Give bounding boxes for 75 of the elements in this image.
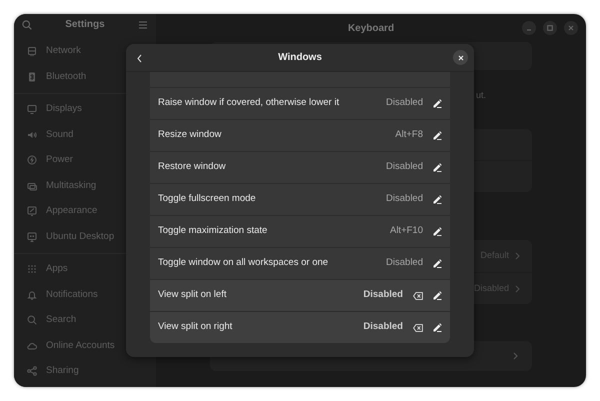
shortcut-value: Disabled	[386, 96, 423, 110]
shortcut-value: Disabled	[386, 256, 423, 270]
backspace-icon[interactable]	[413, 324, 423, 332]
shortcut-label: Toggle maximization state	[158, 224, 268, 238]
chevron-right-icon	[513, 352, 518, 360]
sidebar-title: Settings	[65, 18, 105, 32]
shortcut-row[interactable]: Toggle maximization state Alt+F10	[150, 215, 450, 247]
sidebar-item[interactable]: Notifications	[46, 288, 98, 302]
network-icon	[27, 46, 37, 56]
sidebar-item[interactable]: Power	[46, 153, 73, 168]
shortcut-value: Disabled	[363, 320, 403, 334]
shortcut-value: Disabled	[386, 192, 423, 206]
shortcut-row[interactable]: Raise window if covered, otherwise lower it Disabled	[150, 87, 450, 119]
sidebar-item[interactable]: Online Accounts	[46, 338, 115, 353]
description-text: ut.	[476, 88, 486, 102]
shortcut-row[interactable]: Resize window Alt+F8	[150, 119, 450, 151]
edit-icon[interactable]	[433, 163, 442, 172]
edit-icon[interactable]	[433, 99, 442, 108]
bell-icon	[27, 290, 37, 300]
maximize-button[interactable]	[543, 21, 557, 35]
sidebar-item[interactable]: Multitasking	[46, 178, 96, 193]
maximize-icon	[547, 25, 553, 31]
close-icon	[458, 54, 464, 60]
sidebar-item[interactable]: Apps	[46, 262, 68, 276]
speaker-icon	[27, 130, 37, 140]
shortcut-value: Alt+F8	[395, 128, 423, 142]
shortcut-row[interactable]: Toggle window on all workspaces or one Disabled	[150, 247, 450, 279]
sidebar-item[interactable]: Sharing	[46, 364, 79, 378]
dialog-title: Windows	[278, 51, 322, 65]
grid-icon	[27, 264, 37, 274]
edit-icon[interactable]	[433, 131, 442, 140]
window-title: Keyboard	[348, 22, 394, 36]
bluetooth-icon	[27, 72, 37, 82]
shortcut-value: Disabled	[363, 288, 403, 302]
edit-icon[interactable]	[433, 291, 442, 300]
chevron-right-icon	[515, 252, 520, 260]
shortcut-row[interactable]: View split on left Disabled	[150, 279, 450, 311]
close-icon	[568, 25, 574, 31]
sidebar-item[interactable]: Displays	[46, 102, 82, 116]
sidebar-item[interactable]: Bluetooth	[46, 70, 86, 84]
power-icon	[27, 155, 37, 166]
cloud-icon	[27, 340, 37, 351]
shortcut-label: View split on right	[158, 320, 234, 334]
desktop-icon	[27, 232, 37, 242]
shortcut-label: Raise window if covered, otherwise lower it	[158, 96, 340, 110]
windows-icon	[27, 180, 37, 191]
sidebar-item[interactable]: Network	[46, 44, 81, 58]
shortcut-value: Disabled	[386, 160, 423, 174]
edit-icon[interactable]	[433, 323, 442, 332]
backspace-icon[interactable]	[413, 292, 423, 300]
shortcut-label: Toggle window on all workspaces or one	[158, 256, 330, 270]
sidebar-item[interactable]: Ubuntu Desktop	[46, 230, 114, 244]
edit-icon[interactable]	[433, 227, 442, 236]
sidebar-item[interactable]: Search	[46, 313, 76, 328]
shortcut-label: Toggle fullscreen mode	[158, 192, 257, 206]
menu-icon[interactable]	[138, 20, 148, 29]
shortcut-row[interactable]: Toggle fullscreen mode Disabled	[150, 183, 450, 215]
share-icon	[27, 366, 37, 376]
close-button[interactable]	[453, 50, 468, 65]
monitor-icon	[27, 104, 37, 114]
appearance-icon	[27, 206, 37, 216]
sidebar-item[interactable]: Sound	[46, 128, 74, 142]
shortcut-row[interactable]: View split on right Disabled	[150, 311, 450, 343]
chevron-right-icon	[515, 284, 520, 292]
shortcut-label: Resize window	[158, 128, 222, 142]
shortcut-label: Restore window	[158, 160, 227, 174]
edit-icon[interactable]	[433, 195, 442, 204]
search-icon[interactable]	[22, 20, 32, 30]
shortcut-label: View split on left	[158, 288, 228, 302]
search-icon	[27, 315, 37, 326]
shortcut-row[interactable]: Restore window Disabled	[150, 151, 450, 183]
back-icon	[136, 54, 142, 62]
sidebar-item[interactable]: Appearance	[46, 204, 98, 218]
shortcut-value: Alt+F10	[390, 224, 423, 238]
edit-icon[interactable]	[433, 259, 442, 268]
